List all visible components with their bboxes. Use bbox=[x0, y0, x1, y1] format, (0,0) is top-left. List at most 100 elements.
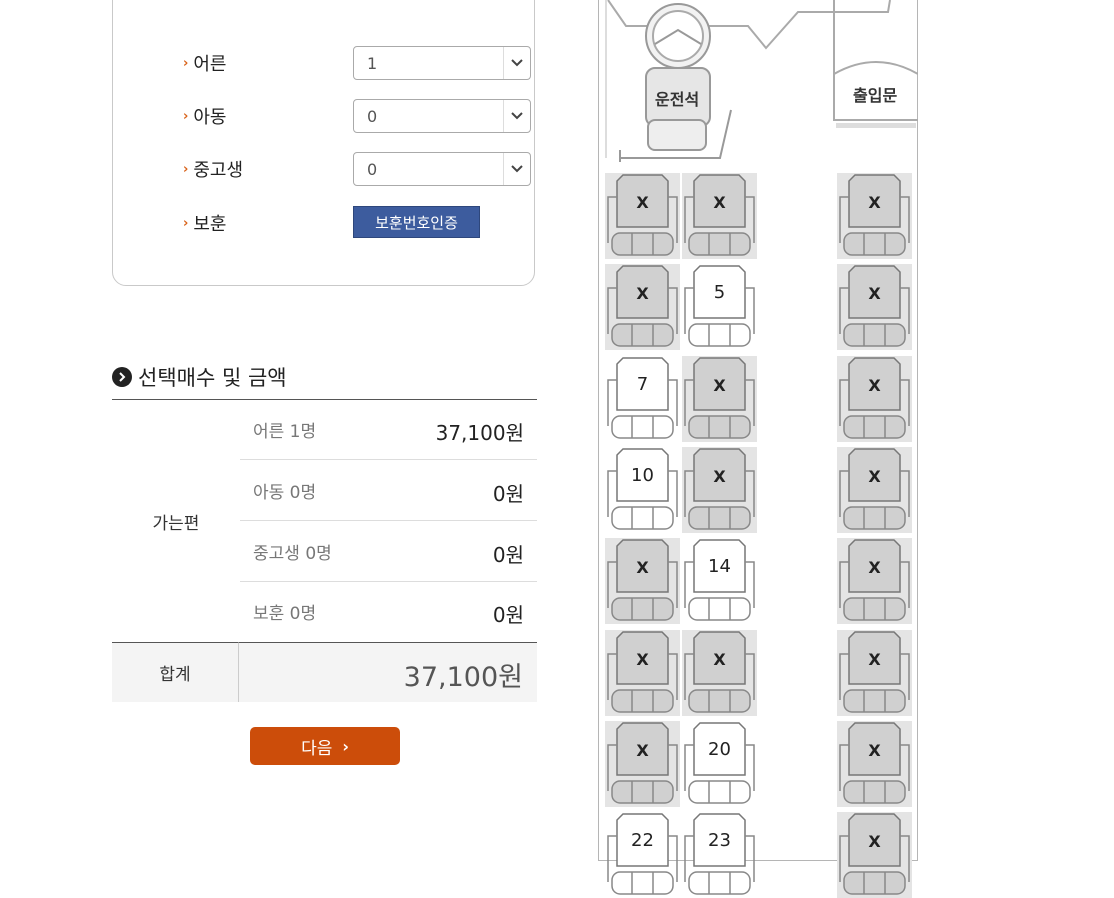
seat-taken: X bbox=[837, 447, 912, 533]
seat-taken: X bbox=[837, 721, 912, 807]
seat-icon bbox=[837, 538, 912, 624]
seat-number: X bbox=[636, 741, 649, 760]
route-label: 가는편 bbox=[152, 513, 200, 534]
seat-icon bbox=[682, 356, 757, 442]
fare-line: 중고생 0명 0원 bbox=[240, 522, 537, 582]
seat-taken: X bbox=[605, 264, 680, 350]
child-count-select[interactable]: 0 bbox=[353, 99, 531, 133]
seat-number: X bbox=[636, 558, 649, 577]
seat-available[interactable]: 23 bbox=[682, 812, 757, 898]
seat-available[interactable]: 10 bbox=[605, 447, 680, 533]
door-label: 출입문 bbox=[853, 86, 898, 105]
seat-number: X bbox=[636, 284, 649, 303]
seat-icon bbox=[684, 265, 755, 347]
total-amount: 37,100원 bbox=[403, 662, 523, 693]
seat-taken: X bbox=[605, 173, 680, 259]
seat-number: 5 bbox=[713, 282, 726, 303]
seat-number: 10 bbox=[631, 465, 654, 486]
seat-icon bbox=[837, 173, 912, 259]
seat-icon bbox=[607, 813, 678, 895]
seat-taken: X bbox=[837, 630, 912, 716]
seat-icon bbox=[684, 813, 755, 895]
seat-icon bbox=[605, 721, 680, 807]
seat-icon bbox=[605, 173, 680, 259]
bus-seat-map: 운전석 출입문 X X X X 5 X 7 X X 10 X X X 14 X X X X X 20 X 22 23 X bbox=[598, 0, 918, 898]
seat-number: X bbox=[713, 650, 726, 669]
seat-taken: X bbox=[682, 173, 757, 259]
chevron-down-icon bbox=[503, 100, 530, 132]
seat-taken: X bbox=[682, 356, 757, 442]
adult-count-select[interactable]: 1 bbox=[353, 46, 531, 80]
bullet-arrow-icon: › bbox=[183, 161, 189, 177]
bullet-arrow-icon: › bbox=[183, 215, 189, 231]
seat-number: X bbox=[868, 741, 881, 760]
seat-icon bbox=[837, 630, 912, 716]
seat-number: 14 bbox=[708, 556, 731, 577]
seat-available[interactable]: 22 bbox=[605, 812, 680, 898]
seat-number: X bbox=[636, 193, 649, 212]
seat-available[interactable]: 20 bbox=[682, 721, 757, 807]
fare-line: 아동 0명 0원 bbox=[240, 461, 537, 521]
student-count-select[interactable]: 0 bbox=[353, 152, 531, 186]
seat-icon bbox=[607, 448, 678, 530]
seat-icon bbox=[605, 630, 680, 716]
seat-number: X bbox=[868, 832, 881, 851]
circle-chevron-icon bbox=[112, 367, 132, 387]
child-label: 아동 bbox=[193, 107, 227, 128]
summary-title: 선택매수 및 금액 bbox=[112, 362, 287, 392]
seat-available[interactable]: 14 bbox=[682, 538, 757, 624]
seat-taken: X bbox=[605, 538, 680, 624]
student-label: 중고생 bbox=[193, 160, 244, 181]
seat-available[interactable]: 7 bbox=[605, 356, 680, 442]
seat-icon bbox=[837, 264, 912, 350]
seat-taken: X bbox=[837, 356, 912, 442]
seat-icon bbox=[682, 173, 757, 259]
seat-number: 23 bbox=[708, 830, 731, 851]
seat-number: X bbox=[868, 467, 881, 486]
seat-icon bbox=[605, 264, 680, 350]
seat-available[interactable]: 5 bbox=[682, 264, 757, 350]
seat-number: X bbox=[868, 376, 881, 395]
seat-number: X bbox=[868, 558, 881, 577]
seat-icon bbox=[837, 356, 912, 442]
veteran-row: › 보훈 보훈번호인증 bbox=[183, 206, 480, 240]
seat-icon bbox=[607, 357, 678, 439]
seat-icon bbox=[682, 630, 757, 716]
seat-icon bbox=[837, 721, 912, 807]
fare-line: 어른 1명 37,100원 bbox=[240, 400, 537, 460]
seat-number: X bbox=[636, 650, 649, 669]
passenger-count-panel: › 어른 1 › 아동 0 › 중고생 0 › 보훈 보훈번호인증 bbox=[112, 0, 535, 286]
seat-taken: X bbox=[837, 538, 912, 624]
seat-taken: X bbox=[837, 264, 912, 350]
seat-taken: X bbox=[605, 721, 680, 807]
seat-icon bbox=[605, 538, 680, 624]
total-amount-cell: 37,100원 bbox=[239, 642, 537, 702]
seat-number: 22 bbox=[631, 830, 654, 851]
adult-row: › 어른 1 bbox=[183, 46, 531, 80]
child-row: › 아동 0 bbox=[183, 99, 531, 133]
chevron-right-icon: › bbox=[342, 736, 349, 756]
bullet-arrow-icon: › bbox=[183, 108, 189, 124]
seat-number: X bbox=[868, 650, 881, 669]
seat-number: X bbox=[868, 193, 881, 212]
driver-seat-label: 운전석 bbox=[655, 90, 700, 109]
student-row: › 중고생 0 bbox=[183, 152, 531, 186]
fare-summary-table: 가는편 어른 1명 37,100원 아동 0명 0원 중고생 0명 0원 보훈 … bbox=[112, 399, 537, 702]
seat-number: X bbox=[713, 376, 726, 395]
next-button[interactable]: 다음 › bbox=[250, 727, 400, 765]
veteran-label: 보훈 bbox=[193, 214, 227, 235]
chevron-down-icon bbox=[503, 47, 530, 79]
bullet-arrow-icon: › bbox=[183, 55, 189, 71]
seat-icon bbox=[682, 447, 757, 533]
seat-icon bbox=[837, 812, 912, 898]
veteran-verify-button[interactable]: 보훈번호인증 bbox=[353, 206, 480, 238]
seat-taken: X bbox=[682, 447, 757, 533]
seat-number: X bbox=[868, 284, 881, 303]
seat-number: X bbox=[713, 467, 726, 486]
adult-label: 어른 bbox=[193, 54, 227, 75]
seat-icon bbox=[684, 722, 755, 804]
seat-taken: X bbox=[837, 173, 912, 259]
chevron-down-icon bbox=[503, 153, 530, 185]
seat-taken: X bbox=[837, 812, 912, 898]
seat-icon bbox=[837, 447, 912, 533]
